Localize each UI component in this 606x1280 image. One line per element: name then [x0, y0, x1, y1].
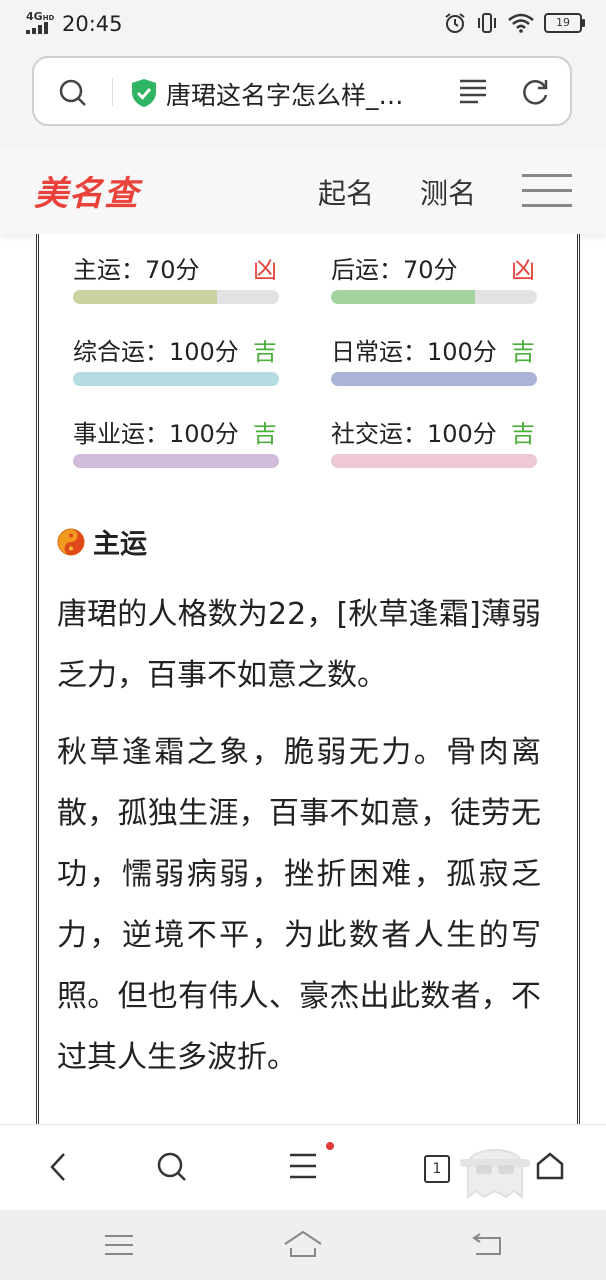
fortune-result: 吉 — [511, 420, 535, 448]
nav-name-test[interactable]: 测名 — [420, 172, 476, 212]
system-nav-bar — [0, 1210, 606, 1280]
battery-icon: 19 — [544, 13, 585, 33]
fortune-bar-fill — [331, 290, 476, 304]
page-title[interactable]: 唐珺这名字怎么样_… — [166, 76, 436, 112]
back-icon[interactable] — [46, 1151, 70, 1183]
fortune-bar — [331, 290, 537, 304]
home-icon[interactable] — [283, 1230, 323, 1258]
yin-yang-icon — [57, 528, 85, 555]
fortune-bar-fill — [73, 290, 218, 304]
clock: 20:45 — [62, 12, 123, 36]
fortune-label: 后运：70分 — [331, 256, 458, 284]
fortune-label: 事业运：100分 — [73, 420, 239, 448]
paragraph: 唐珺的人格数为22，[秋草逢霜]薄弱乏力，百事不如意之数。 — [57, 597, 541, 693]
ghost-icon[interactable] — [460, 1135, 530, 1201]
fortune-bar — [73, 454, 279, 468]
fortune-label: 主运：70分 — [73, 256, 200, 284]
browser-address-area: 唐珺这名字怎么样_… — [0, 48, 606, 148]
paragraph: 秋草逢霜之象，脆弱无力。骨肉离散，孤独生涯，百事不如意，徒劳无功，懦弱病弱，挫折… — [57, 735, 541, 1075]
section-title-text: 主运 — [93, 529, 147, 560]
alarm-icon — [445, 13, 465, 33]
fortune-bar-fill — [331, 454, 537, 468]
wifi-icon — [508, 13, 534, 33]
section-title: 主运 — [57, 522, 147, 561]
site-logo[interactable]: 美名查 — [34, 166, 139, 215]
fortune-bar — [73, 372, 279, 386]
menu-icon[interactable] — [288, 1151, 318, 1181]
divider — [112, 78, 113, 106]
notification-dot — [326, 1142, 334, 1150]
menu-icon[interactable] — [522, 170, 572, 210]
back-icon[interactable] — [470, 1232, 504, 1258]
fortune-bar — [331, 454, 537, 468]
tabs-icon[interactable]: 1 — [424, 1155, 450, 1183]
site-header: 美名查 起名 测名 — [0, 148, 606, 234]
fortune-label: 日常运：100分 — [331, 338, 497, 366]
fortune-result: 吉 — [253, 338, 277, 366]
reader-mode-icon[interactable] — [458, 78, 488, 106]
address-bar[interactable]: 唐珺这名字怎么样_… — [32, 56, 572, 126]
recent-apps-icon[interactable] — [104, 1234, 134, 1256]
fortune-result: 吉 — [253, 420, 277, 448]
fortune-bar — [73, 290, 279, 304]
fortune-bar — [331, 372, 537, 386]
fortune-label: 社交运：100分 — [331, 420, 497, 448]
fortune-result: 凶 — [511, 256, 535, 284]
nav-naming[interactable]: 起名 — [318, 172, 374, 212]
home-icon[interactable] — [535, 1151, 565, 1181]
signal-icon — [26, 22, 48, 34]
content-frame: 主运：70分 凶 后运：70分 凶 综合运：100分 吉 日常运：100分 吉 … — [36, 234, 580, 1134]
search-icon[interactable] — [58, 78, 88, 108]
vibrate-icon — [478, 13, 496, 33]
shield-check-icon — [132, 79, 156, 107]
status-bar: 4GHD 20:45 19 — [0, 0, 606, 48]
fortune-result: 凶 — [253, 256, 277, 284]
fortune-result: 吉 — [511, 338, 535, 366]
reload-icon[interactable] — [520, 77, 550, 107]
fortune-bar-fill — [331, 372, 537, 386]
fortune-bar-fill — [73, 372, 279, 386]
search-icon[interactable] — [156, 1151, 188, 1183]
fortune-label: 综合运：100分 — [73, 338, 239, 366]
browser-toolbar: 1 — [0, 1124, 606, 1211]
fortune-bar-fill — [73, 454, 279, 468]
